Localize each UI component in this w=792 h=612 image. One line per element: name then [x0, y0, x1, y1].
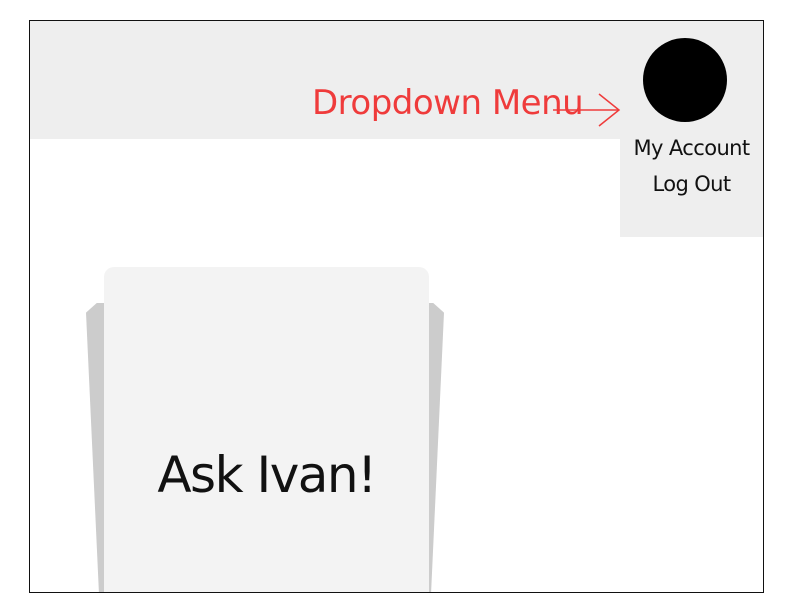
card-title: Ask Ivan! — [157, 446, 377, 504]
dropdown-menu-annotation: Dropdown Menu — [312, 83, 584, 123]
wireframe-frame: Dropdown Menu My Account Log Out Ask Iva… — [29, 20, 764, 593]
annotation-arrow-icon — [553, 93, 621, 127]
log-out-menu-item[interactable]: Log Out — [620, 171, 763, 197]
my-account-menu-item[interactable]: My Account — [620, 135, 763, 161]
avatar-icon[interactable] — [643, 38, 727, 122]
ask-ivan-card[interactable]: Ask Ivan! — [104, 267, 429, 592]
